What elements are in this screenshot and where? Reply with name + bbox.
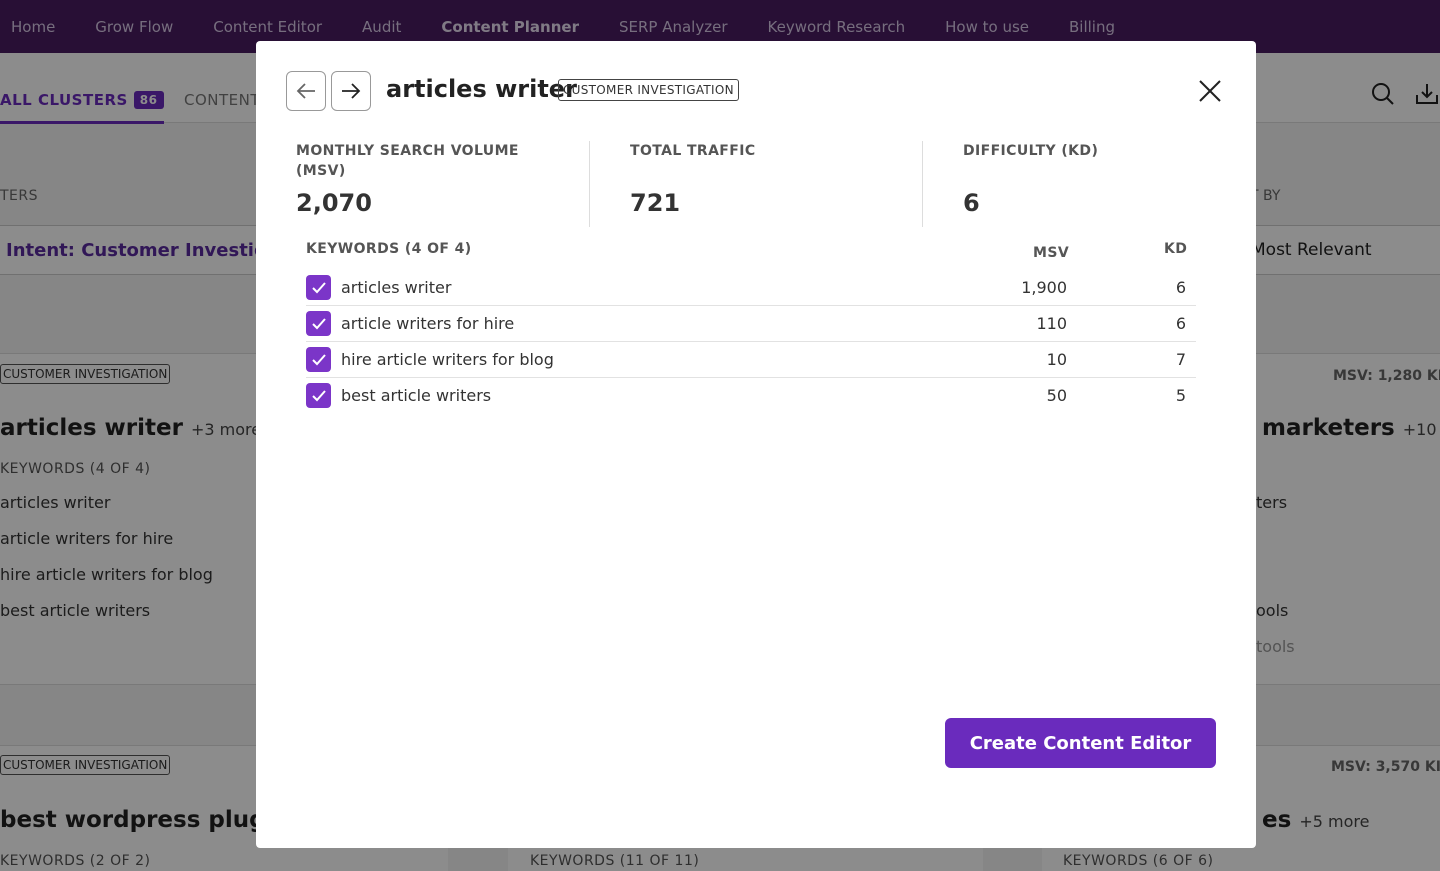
keyword-msv: 1,900 (1021, 278, 1067, 297)
metric-label: MONTHLY SEARCH VOLUME (MSV) (296, 143, 519, 179)
metric-value: 2,070 (296, 189, 372, 217)
keyword-msv: 50 (1046, 386, 1067, 405)
checkmark-icon (311, 281, 326, 293)
keyword-checkbox[interactable] (306, 311, 331, 336)
create-content-editor-button[interactable]: Create Content Editor (945, 718, 1216, 768)
metric-value: 721 (630, 189, 681, 217)
arrow-left-icon (296, 83, 315, 99)
metric-label: DIFFICULTY (KD) (963, 143, 1099, 159)
divider (922, 141, 923, 227)
table-row: best article writers 50 5 (306, 378, 1196, 414)
next-button[interactable] (331, 71, 371, 111)
arrow-right-icon (342, 83, 361, 99)
msv-column-header: MSV (1033, 245, 1070, 261)
close-icon[interactable] (1196, 77, 1224, 105)
keyword-name: best article writers (341, 386, 492, 405)
keyword-msv: 10 (1046, 350, 1067, 369)
keyword-kd: 6 (1175, 314, 1186, 333)
metric-label: TOTAL TRAFFIC (630, 143, 756, 159)
table-row: hire article writers for blog 10 7 (306, 342, 1196, 378)
keyword-checkbox[interactable] (306, 347, 331, 372)
modal-title: articles writer (386, 75, 577, 103)
kd-column-header: KD (1164, 241, 1188, 257)
keywords-heading: KEYWORDS (4 OF 4) (306, 241, 472, 257)
divider (589, 141, 590, 227)
keyword-kd: 5 (1175, 386, 1186, 405)
metric-total-traffic: TOTAL TRAFFIC 721 (630, 141, 880, 217)
previous-button[interactable] (286, 71, 326, 111)
keyword-checkbox[interactable] (306, 383, 331, 408)
keyword-msv: 110 (1036, 314, 1067, 333)
keyword-name: articles writer (341, 278, 452, 297)
keyword-kd: 6 (1175, 278, 1186, 297)
checkmark-icon (311, 317, 326, 329)
keyword-checkbox[interactable] (306, 275, 331, 300)
keyword-name: hire article writers for blog (341, 350, 554, 369)
metric-difficulty: DIFFICULTY (KD) 6 (963, 141, 1213, 217)
metric-value: 6 (963, 189, 980, 217)
metric-msv: MONTHLY SEARCH VOLUME (MSV) 2,070 (296, 141, 546, 217)
intent-tag: CUSTOMER INVESTIGATION (558, 79, 739, 101)
checkmark-icon (311, 389, 326, 401)
keyword-name: article writers for hire (341, 314, 515, 333)
cluster-detail-modal: articles writer CUSTOMER INVESTIGATION M… (256, 41, 1256, 848)
keyword-kd: 7 (1175, 350, 1186, 369)
table-row: article writers for hire 110 6 (306, 306, 1196, 342)
checkmark-icon (311, 353, 326, 365)
table-row: articles writer 1,900 6 (306, 270, 1196, 306)
